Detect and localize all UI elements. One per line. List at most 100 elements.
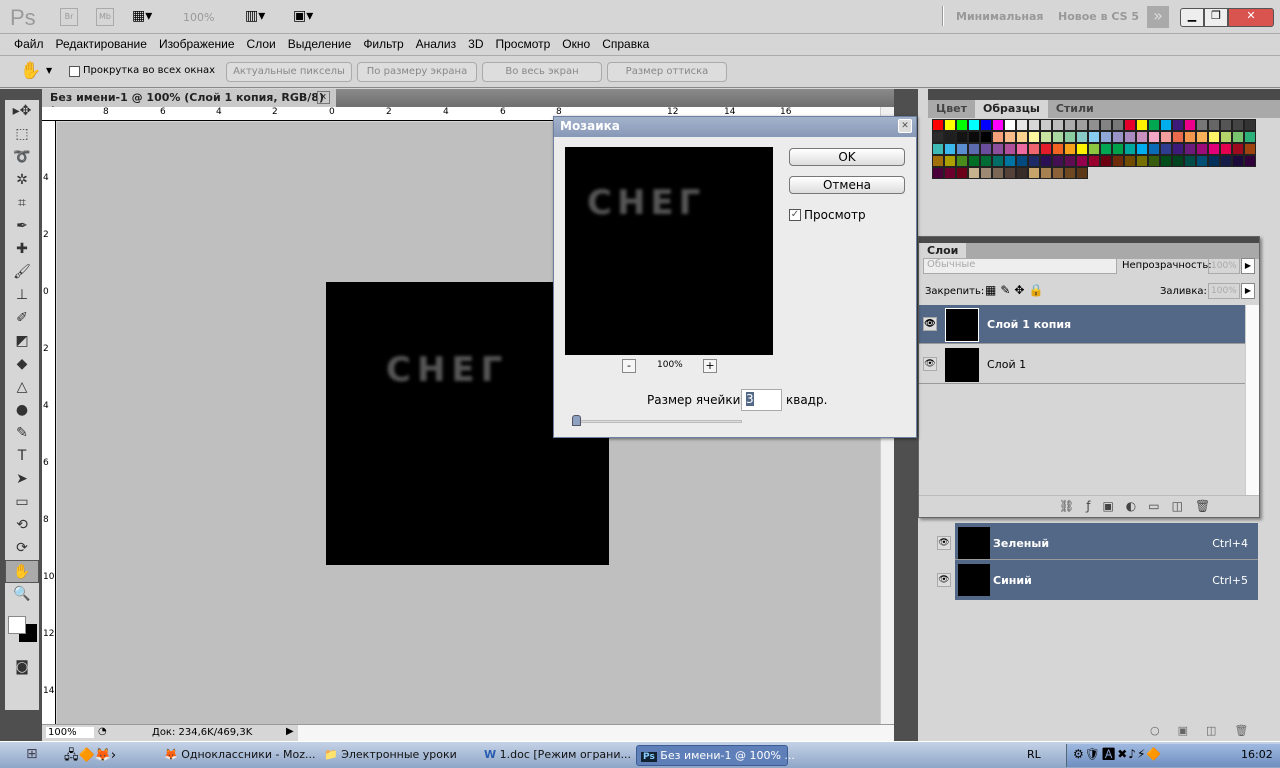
horizontal-scrollbar[interactable] [298,725,894,741]
close-document-icon[interactable]: x [317,91,330,104]
color-swatch[interactable] [968,119,980,131]
workspace-minimal[interactable]: Минимальная [956,10,1043,23]
taskbar-item-firefox[interactable]: 🦊 Одноклассники - Moz... [160,745,315,766]
menu-3d[interactable]: 3D [462,34,489,54]
cancel-button[interactable]: Отмена [789,176,905,194]
hand-tool-preset-icon[interactable]: ✋ [20,61,41,81]
type-tool-icon[interactable]: T [5,445,39,468]
color-swatch[interactable] [1184,143,1196,155]
color-swatch[interactable] [1196,131,1208,143]
actual-pixels-button[interactable]: Актуальные пикселы [226,62,352,82]
system-tray-icons[interactable]: ⚙🛡🅰✖♪⚡🔶 [1073,747,1162,761]
color-swatch[interactable] [980,131,992,143]
color-swatch[interactable] [1040,119,1052,131]
blur-tool-icon[interactable]: △ [5,376,39,399]
color-swatch[interactable] [1172,143,1184,155]
tab-layers[interactable]: Слои [919,243,967,259]
color-swatch[interactable] [1232,143,1244,155]
color-swatch[interactable] [1136,143,1148,155]
color-swatch[interactable] [1064,143,1076,155]
status-menu-arrow-icon[interactable]: ▶ [286,726,294,737]
color-swatch[interactable] [1244,155,1256,167]
color-swatch[interactable] [1016,119,1028,131]
color-swatch[interactable] [1076,167,1088,179]
history-brush-icon[interactable]: ✐ [5,307,39,330]
filter-preview[interactable]: СНЕГ [565,147,773,355]
preview-checkbox[interactable]: ✓ [789,209,801,221]
color-swatch[interactable] [1088,143,1100,155]
menu-view[interactable]: Просмотр [489,34,556,54]
color-swatch[interactable] [1136,155,1148,167]
layer-row-selected[interactable]: 👁 Слой 1 копия [919,305,1245,344]
color-swatch[interactable] [1028,131,1040,143]
color-swatch[interactable] [968,155,980,167]
color-swatch[interactable] [1016,143,1028,155]
color-swatch[interactable] [956,155,968,167]
lock-icons[interactable]: ▦✎✥🔒 [985,283,1047,297]
color-swatch[interactable] [1004,155,1016,167]
color-swatch[interactable] [1052,119,1064,131]
color-swatch[interactable] [944,131,956,143]
dodge-tool-icon[interactable]: ● [5,399,39,422]
fill-slider-arrow-icon[interactable]: ▶ [1241,283,1255,299]
channel-row[interactable]: Синий Ctrl+5 [955,562,1258,599]
eyedropper-icon[interactable]: ✒ [5,215,39,238]
dialog-close-icon[interactable]: ✕ [898,119,912,133]
menu-image[interactable]: Изображение [153,34,241,54]
color-swatch[interactable] [968,143,980,155]
color-swatch[interactable] [1028,143,1040,155]
color-swatch[interactable] [1172,155,1184,167]
color-swatch[interactable] [992,143,1004,155]
color-swatch[interactable] [1196,155,1208,167]
color-swatch[interactable] [1112,143,1124,155]
menu-select[interactable]: Выделение [282,34,358,54]
layers-scrollbar[interactable] [1245,305,1259,495]
color-swatch[interactable] [932,155,944,167]
color-swatch[interactable] [1004,143,1016,155]
color-swatch[interactable] [1004,119,1016,131]
color-swatch[interactable] [1100,119,1112,131]
3d-rotate-icon[interactable]: ⟲ [5,514,39,537]
screen-mode-icon[interactable]: ▣▾ [293,8,313,24]
color-swatch[interactable] [1076,119,1088,131]
taskbar-item-word[interactable]: W 1.doc [Режим ограни... [480,745,631,766]
visibility-eye-icon[interactable]: 👁 [923,317,937,331]
color-swatch[interactable] [944,119,956,131]
language-indicator[interactable]: RL [1027,748,1041,761]
visibility-eye-icon[interactable]: 👁 [923,357,937,371]
fill-field[interactable]: 100% [1208,283,1240,299]
color-swatch[interactable] [1232,119,1244,131]
color-swatch[interactable] [980,119,992,131]
color-swatch[interactable] [1088,131,1100,143]
print-size-button[interactable]: Размер оттиска [607,62,727,82]
layer-row[interactable]: 👁 Слой 1 [919,345,1245,384]
color-swatch[interactable] [992,131,1004,143]
taskbar-item-folder[interactable]: 📁 Электронные уроки [320,745,470,766]
color-swatch[interactable] [1160,131,1172,143]
cell-size-slider-handle[interactable] [572,415,581,426]
pen-tool-icon[interactable]: ✎ [5,422,39,445]
menu-edit[interactable]: Редактирование [50,34,153,54]
quick-launch-icons[interactable]: 🖧🔶🦊› [64,746,116,768]
ok-button[interactable]: OK [789,148,905,166]
channel-row[interactable]: Зеленый Ctrl+4 [955,524,1258,560]
color-swatch[interactable] [1100,155,1112,167]
color-swatch[interactable] [956,143,968,155]
color-swatch[interactable] [1172,131,1184,143]
brush-tool-icon[interactable]: 🖌 [5,261,39,284]
magic-wand-icon[interactable]: ✲ [5,169,39,192]
minimize-button[interactable]: ▁ [1180,8,1204,27]
color-swatch[interactable] [956,119,968,131]
color-swatch[interactable] [1148,143,1160,155]
arrange-documents-icon[interactable]: ▥▾ [245,8,265,24]
crop-tool-icon[interactable]: ⌗ [5,192,39,215]
menu-file[interactable]: Файл [8,34,50,54]
close-window-button[interactable]: ✕ [1228,8,1274,27]
menu-window[interactable]: Окно [556,34,596,54]
zoom-out-button[interactable]: - [622,359,636,373]
color-swatch[interactable] [1040,167,1052,179]
color-swatch[interactable] [1220,143,1232,155]
color-swatch[interactable] [944,167,956,179]
fill-screen-button[interactable]: Во весь экран [482,62,602,82]
color-swatch[interactable] [1124,143,1136,155]
